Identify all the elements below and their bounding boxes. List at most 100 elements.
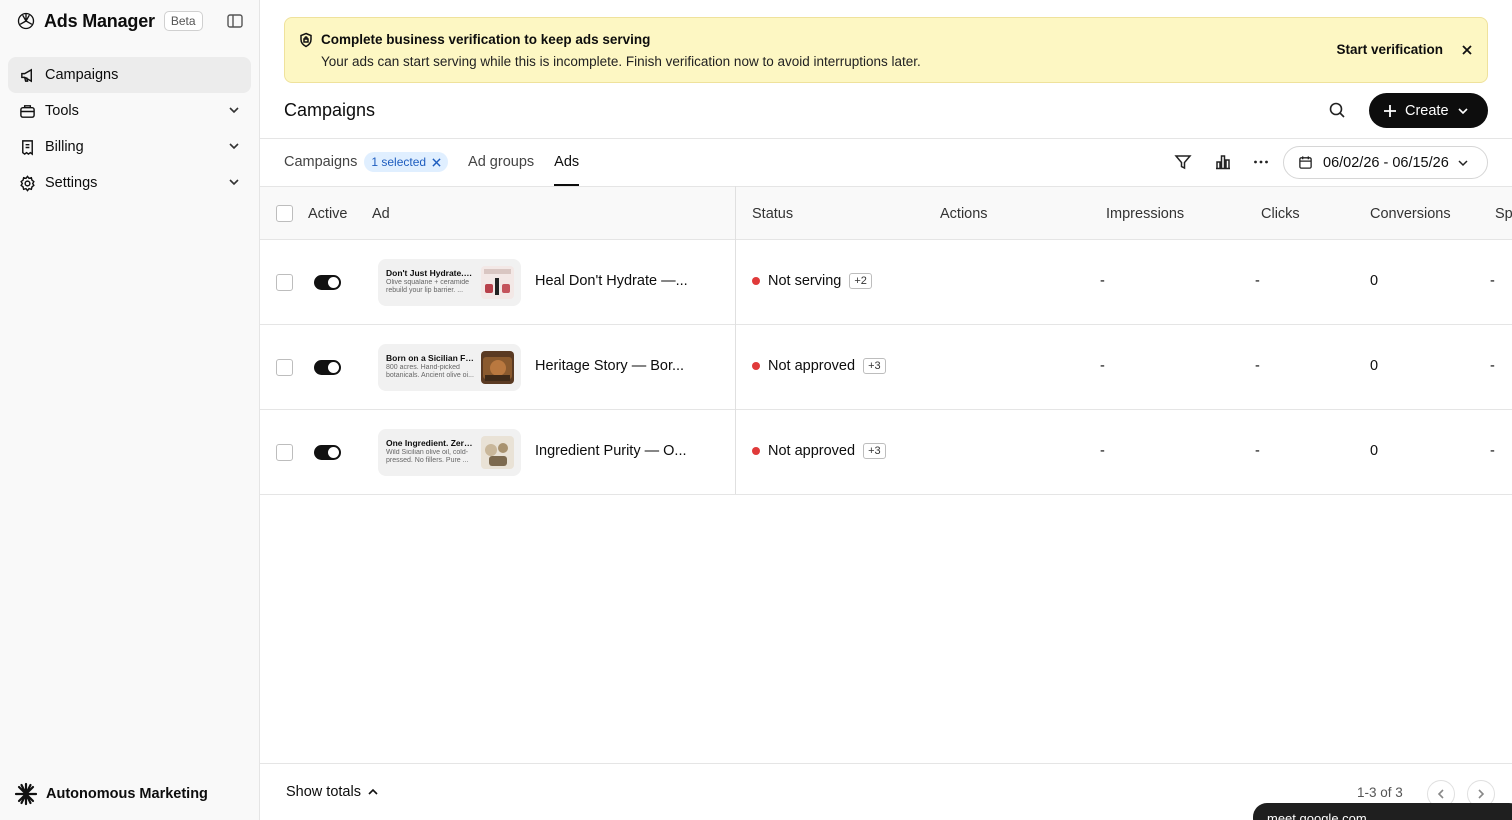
chevron-down-icon bbox=[229, 143, 239, 150]
sidebar-item-campaigns[interactable]: Campaigns bbox=[8, 57, 251, 93]
main-content: Complete business verification to keep a… bbox=[260, 0, 1512, 820]
column-header-clicks[interactable]: Clicks bbox=[1261, 206, 1300, 222]
show-totals-button[interactable]: Show totals bbox=[286, 784, 379, 800]
banner-text: Your ads can start serving while this is… bbox=[321, 54, 921, 69]
filter-icon[interactable] bbox=[1174, 153, 1192, 171]
column-header-actions[interactable]: Actions bbox=[940, 206, 988, 222]
impressions-value: - bbox=[1100, 443, 1105, 459]
column-header-status[interactable]: Status bbox=[752, 206, 793, 222]
chevron-down-icon bbox=[1457, 107, 1468, 114]
search-icon[interactable] bbox=[1328, 101, 1346, 119]
chevron-right-icon bbox=[1478, 789, 1485, 799]
close-icon[interactable] bbox=[432, 157, 441, 167]
date-range-picker[interactable]: 06/02/26 - 06/15/26 bbox=[1283, 146, 1488, 179]
table-row[interactable]: Don't Just Hydrate. Heal. Olive squalane… bbox=[260, 240, 1512, 325]
status-text: Not approved bbox=[768, 358, 856, 374]
table-row[interactable]: One Ingredient. Zero ... Wild Sicilian o… bbox=[260, 410, 1512, 495]
megaphone-icon bbox=[18, 66, 36, 84]
conversions-value: 0 bbox=[1370, 273, 1379, 289]
sidebar-nav: Campaigns Tools Billing Settings bbox=[8, 57, 251, 201]
clicks-value: - bbox=[1255, 273, 1260, 289]
status-text: Not approved bbox=[768, 443, 856, 459]
active-toggle[interactable] bbox=[314, 360, 341, 375]
sidebar-toggle-icon[interactable] bbox=[226, 12, 244, 30]
conversions-value: 0 bbox=[1370, 358, 1379, 374]
sidebar-item-label: Settings bbox=[45, 175, 98, 191]
column-header-impressions[interactable]: Impressions bbox=[1106, 206, 1184, 222]
sticky-column-divider bbox=[735, 186, 736, 494]
ad-name[interactable]: Ingredient Purity — O... bbox=[535, 443, 687, 459]
close-icon[interactable] bbox=[1461, 44, 1473, 56]
row-checkbox[interactable] bbox=[276, 444, 293, 461]
spend-value: - bbox=[1490, 443, 1495, 459]
tab-ads[interactable]: Ads bbox=[554, 138, 580, 186]
plus-icon bbox=[1384, 104, 1396, 117]
ads-table: Active Ad Status Actions Impressions Cli… bbox=[260, 186, 1512, 495]
active-toggle[interactable] bbox=[314, 445, 341, 460]
active-toggle[interactable] bbox=[314, 275, 341, 290]
create-button[interactable]: Create bbox=[1369, 93, 1488, 128]
status-more-badge[interactable]: +3 bbox=[863, 358, 886, 374]
receipt-icon bbox=[18, 138, 36, 156]
ad-preview[interactable]: One Ingredient. Zero ... Wild Sicilian o… bbox=[378, 429, 521, 476]
preview-description: 800 acres. Hand-picked botanicals. Ancie… bbox=[386, 364, 474, 379]
tab-label: Ads bbox=[554, 154, 580, 170]
status-dot bbox=[752, 362, 760, 370]
level-tabs: Campaigns 1 selected Ad groups Ads bbox=[284, 138, 599, 186]
toolbox-icon bbox=[18, 102, 36, 120]
create-label: Create bbox=[1405, 102, 1449, 119]
asterisk-logo-icon bbox=[14, 782, 38, 806]
status-more-badge[interactable]: +3 bbox=[863, 443, 886, 459]
date-range-label: 06/02/26 - 06/15/26 bbox=[1323, 154, 1449, 171]
start-verification-button[interactable]: Start verification bbox=[1336, 42, 1443, 57]
preview-title: One Ingredient. Zero ... bbox=[386, 438, 474, 448]
table-header: Active Ad Status Actions Impressions Cli… bbox=[260, 186, 1512, 240]
select-all-checkbox[interactable] bbox=[276, 205, 293, 222]
column-header-spend[interactable]: Sp bbox=[1495, 206, 1512, 222]
status-more-badge[interactable]: +2 bbox=[849, 273, 872, 289]
selected-chip[interactable]: 1 selected bbox=[364, 152, 449, 172]
bar-chart-icon[interactable] bbox=[1214, 153, 1232, 171]
column-header-ad[interactable]: Ad bbox=[372, 206, 390, 222]
ad-preview[interactable]: Born on a Sicilian Farm 800 acres. Hand-… bbox=[378, 344, 521, 391]
ad-name[interactable]: Heal Don't Hydrate —... bbox=[535, 273, 688, 289]
clicks-value: - bbox=[1255, 358, 1260, 374]
preview-description: Olive squalane + ceramide rebuild your l… bbox=[386, 279, 470, 294]
beta-badge: Beta bbox=[163, 11, 203, 31]
row-checkbox[interactable] bbox=[276, 359, 293, 376]
preview-description: Wild Sicilian olive oil, cold-pressed. N… bbox=[386, 449, 469, 464]
verification-banner: Complete business verification to keep a… bbox=[284, 17, 1488, 83]
row-checkbox[interactable] bbox=[276, 274, 293, 291]
ad-thumbnail-image bbox=[481, 351, 514, 384]
preview-title: Don't Just Hydrate. Heal. bbox=[386, 268, 474, 278]
screen-share-pill[interactable]: meet.google.com bbox=[1253, 803, 1512, 820]
status-cell: Not approved +3 bbox=[752, 443, 886, 459]
status-cell: Not serving +2 bbox=[752, 273, 872, 289]
brand: Ads Manager Beta bbox=[16, 8, 203, 34]
sidebar: Ads Manager Beta Campaigns Tools Billing bbox=[0, 0, 260, 820]
status-cell: Not approved +3 bbox=[752, 358, 886, 374]
table-row[interactable]: Born on a Sicilian Farm 800 acres. Hand-… bbox=[260, 325, 1512, 410]
tab-ad-groups[interactable]: Ad groups bbox=[468, 138, 534, 186]
screen-share-url: meet.google.com bbox=[1267, 811, 1367, 820]
sidebar-item-settings[interactable]: Settings bbox=[8, 165, 251, 201]
chevron-left-icon bbox=[1437, 789, 1444, 799]
chevron-down-icon bbox=[1458, 159, 1468, 166]
page-title: Campaigns bbox=[284, 100, 376, 120]
ad-preview[interactable]: Don't Just Hydrate. Heal. Olive squalane… bbox=[378, 259, 521, 306]
impressions-value: - bbox=[1100, 273, 1105, 289]
sidebar-item-tools[interactable]: Tools bbox=[8, 93, 251, 129]
ad-thumbnail-image bbox=[481, 266, 514, 299]
tab-campaigns[interactable]: Campaigns 1 selected bbox=[284, 138, 449, 186]
column-header-conversions[interactable]: Conversions bbox=[1370, 206, 1451, 222]
sidebar-item-billing[interactable]: Billing bbox=[8, 129, 251, 165]
shield-lock-icon bbox=[300, 32, 312, 48]
column-header-active[interactable]: Active bbox=[308, 206, 348, 222]
ad-name[interactable]: Heritage Story — Bor... bbox=[535, 358, 684, 374]
sidebar-item-label: Campaigns bbox=[45, 67, 119, 83]
openai-logo-icon bbox=[17, 12, 35, 30]
status-dot bbox=[752, 277, 760, 285]
more-options-icon[interactable] bbox=[1252, 153, 1270, 171]
workspace-switcher[interactable]: Autonomous Marketing bbox=[14, 782, 208, 806]
pagination-info: 1-3 of 3 bbox=[1357, 785, 1403, 800]
